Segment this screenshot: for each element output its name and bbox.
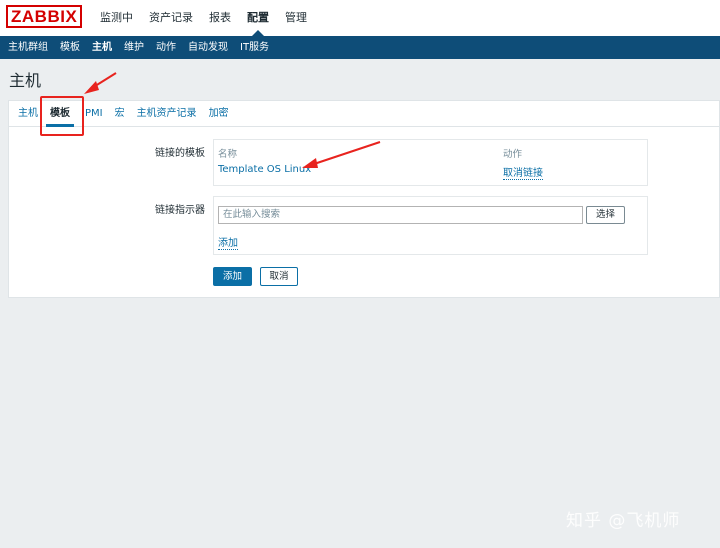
watermark: 知乎 @飞机师 (566, 511, 681, 531)
annotation-arrows (84, 72, 381, 168)
